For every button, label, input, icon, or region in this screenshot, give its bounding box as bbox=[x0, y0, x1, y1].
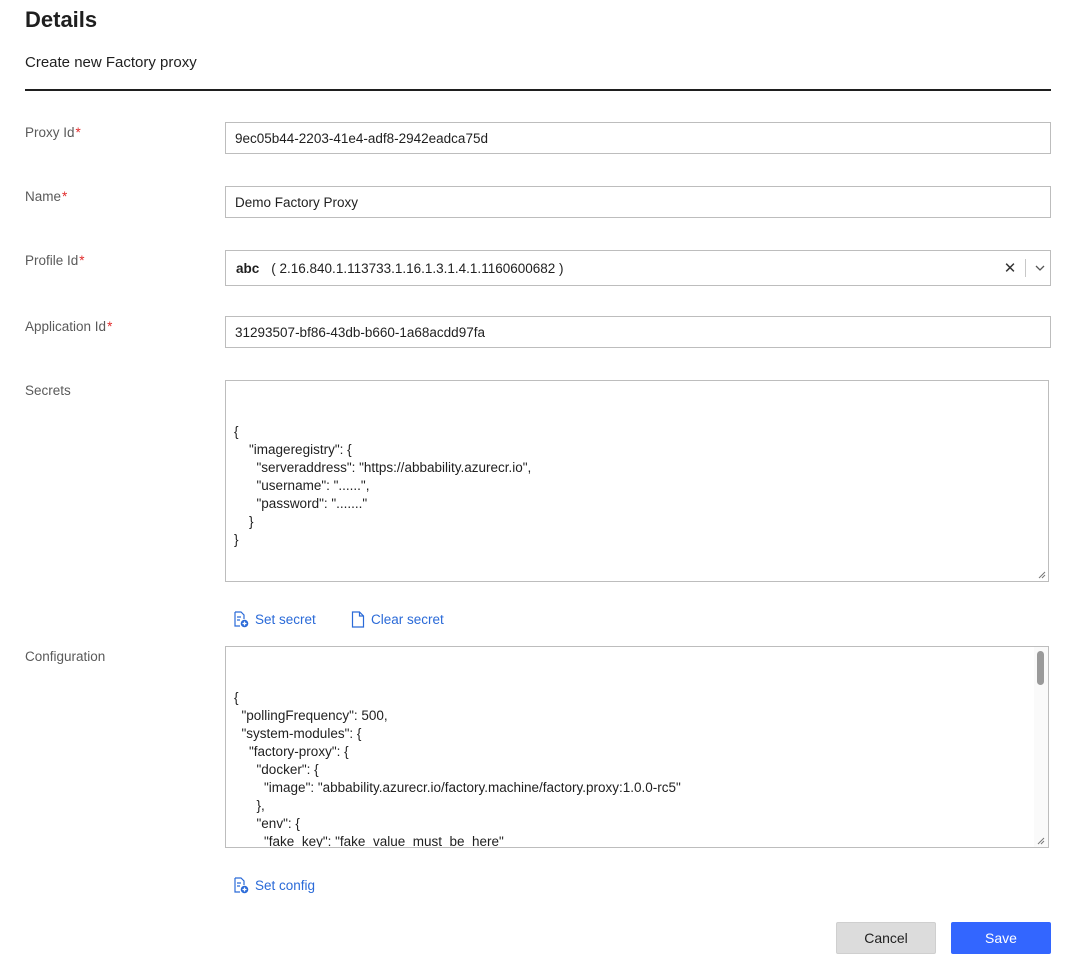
required-mark: * bbox=[107, 319, 113, 334]
application-id-input[interactable] bbox=[226, 317, 1050, 347]
required-mark: * bbox=[75, 125, 81, 140]
header-divider bbox=[25, 89, 1051, 91]
resize-grip-icon[interactable] bbox=[1036, 569, 1046, 579]
proxy-id-label: Proxy Id* bbox=[25, 125, 81, 140]
profile-id-label-text: Profile Id bbox=[25, 253, 79, 268]
proxy-id-field[interactable] bbox=[225, 122, 1051, 154]
clear-icon[interactable]: ✕ bbox=[999, 259, 1021, 277]
set-config-button[interactable]: Set config bbox=[233, 877, 315, 894]
clear-secret-button[interactable]: Clear secret bbox=[351, 611, 444, 628]
profile-id-label: Profile Id* bbox=[25, 253, 85, 268]
profile-detail: ( 2.16.840.1.113733.1.16.1.3.1.4.1.11606… bbox=[271, 260, 564, 276]
file-add-icon bbox=[234, 611, 249, 628]
secrets-textarea[interactable]: { "imageregistry": { "serveraddress": "h… bbox=[225, 380, 1049, 582]
name-label-text: Name bbox=[25, 189, 62, 204]
page-subtitle: Create new Factory proxy bbox=[25, 54, 197, 71]
secrets-text[interactable]: { "imageregistry": { "serveraddress": "h… bbox=[234, 423, 1040, 549]
configuration-textarea[interactable]: { "pollingFrequency": 500, "system-modul… bbox=[225, 646, 1049, 848]
set-secret-label: Set secret bbox=[255, 612, 316, 627]
name-field[interactable] bbox=[225, 186, 1051, 218]
scrollbar[interactable] bbox=[1034, 647, 1048, 847]
proxy-id-input[interactable] bbox=[226, 123, 1050, 153]
configuration-text[interactable]: { "pollingFrequency": 500, "system-modul… bbox=[234, 689, 1026, 847]
required-mark: * bbox=[79, 253, 85, 268]
proxy-id-label-text: Proxy Id bbox=[25, 125, 75, 140]
page-title: Details bbox=[25, 7, 98, 32]
application-id-label-text: Application Id bbox=[25, 319, 107, 334]
file-add-icon bbox=[234, 877, 249, 894]
cancel-button[interactable]: Cancel bbox=[836, 922, 936, 954]
select-divider bbox=[1025, 259, 1026, 277]
name-input[interactable] bbox=[226, 187, 1050, 217]
profile-id-selected-value[interactable]: abc ( 2.16.840.1.113733.1.16.1.3.1.4.1.11… bbox=[226, 261, 999, 276]
set-config-label: Set config bbox=[255, 878, 316, 893]
clear-secret-label: Clear secret bbox=[371, 612, 444, 627]
profile-name: abc bbox=[236, 260, 260, 276]
application-id-label: Application Id* bbox=[25, 319, 112, 334]
profile-id-select[interactable]: abc ( 2.16.840.1.113733.1.16.1.3.1.4.1.11… bbox=[225, 250, 1051, 286]
resize-grip-icon[interactable] bbox=[1035, 835, 1045, 845]
save-button[interactable]: Save bbox=[951, 922, 1051, 954]
set-secret-button[interactable]: Set secret bbox=[233, 611, 316, 628]
application-id-field[interactable] bbox=[225, 316, 1051, 348]
file-icon bbox=[351, 611, 365, 628]
configuration-label: Configuration bbox=[25, 649, 106, 664]
chevron-down-icon[interactable] bbox=[1030, 265, 1050, 271]
secrets-label: Secrets bbox=[25, 383, 71, 398]
scrollbar-thumb[interactable] bbox=[1037, 651, 1044, 685]
name-label: Name* bbox=[25, 189, 67, 204]
required-mark: * bbox=[62, 189, 68, 204]
